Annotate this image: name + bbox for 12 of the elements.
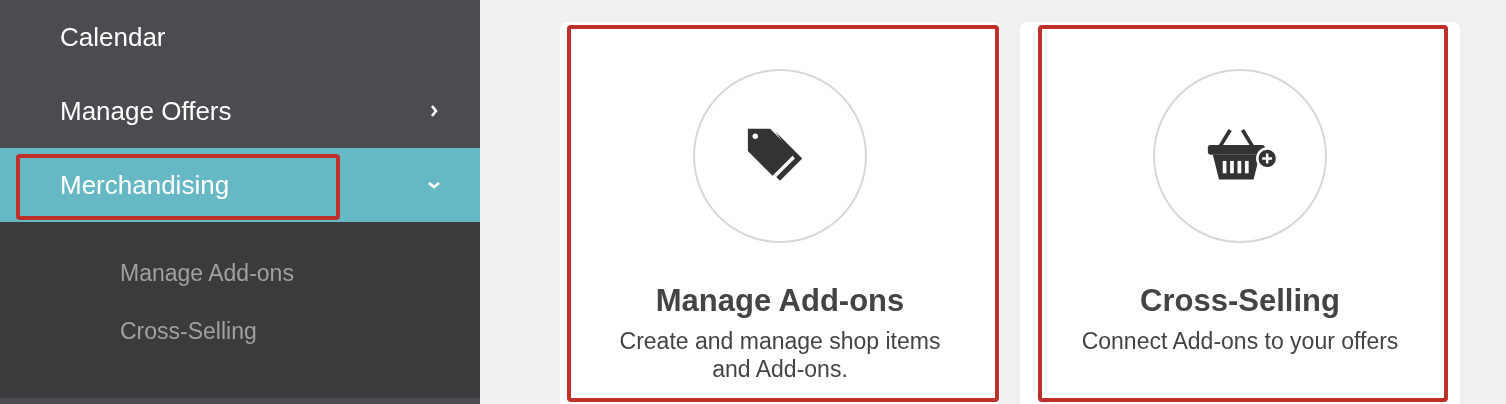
feature-card[interactable]: Cross-Selling Connect Add-ons to your offers [1020, 22, 1460, 404]
submenu-item[interactable]: Cross-Selling [120, 314, 257, 372]
feature-card[interactable]: Manage Add-ons Create and manage shop items and Add-ons. [560, 22, 1000, 404]
basket-icon [1207, 128, 1279, 180]
submenu-item[interactable]: Manage Add-ons [120, 256, 294, 314]
sidebar-item[interactable]: Calendar [0, 0, 480, 74]
card-description: Create and manage shop items and Add-ons. [618, 327, 942, 383]
card-description: Connect Add-ons to your offers [1080, 327, 1400, 355]
card-title: Manage Add-ons [655, 282, 905, 320]
tags-icon [747, 127, 803, 181]
sidebar-item[interactable]: Manage Offers [0, 74, 480, 148]
card-title: Cross-Selling [1140, 282, 1340, 320]
